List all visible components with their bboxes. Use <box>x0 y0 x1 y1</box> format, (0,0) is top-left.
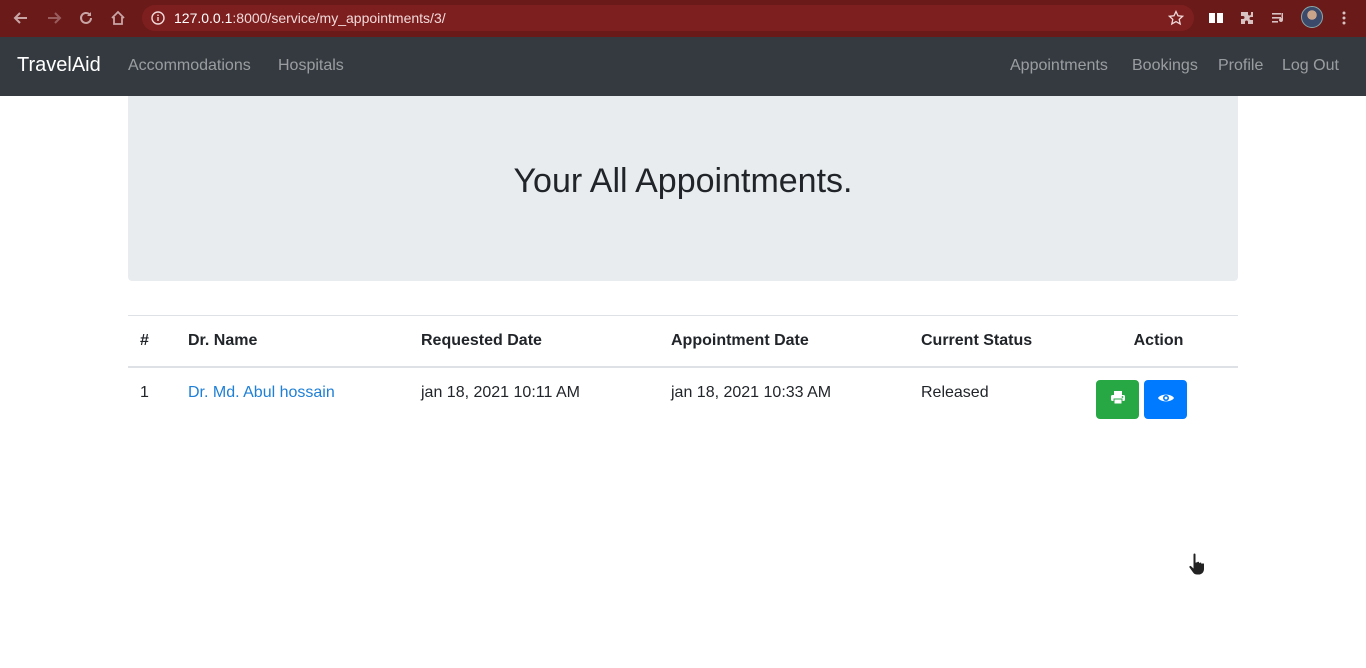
nav-logout[interactable]: Log Out <box>1282 57 1339 75</box>
eye-icon <box>1157 392 1175 407</box>
site-navbar: TravelAid Accommodations Hospitals Appoi… <box>0 37 1366 96</box>
menu-dots-icon[interactable] <box>1334 8 1354 28</box>
page-title: Your All Appointments. <box>513 162 853 200</box>
url-path: :8000/service/my_appointments/3/ <box>232 10 446 26</box>
url-text: 127.0.0.1:8000/service/my_appointments/3… <box>174 10 446 26</box>
site-info-icon[interactable] <box>151 11 165 25</box>
action-buttons <box>1091 379 1226 419</box>
reload-icon[interactable] <box>75 7 97 29</box>
print-icon <box>1110 390 1126 408</box>
status-text: Released <box>921 383 989 401</box>
forward-icon[interactable] <box>43 7 65 29</box>
view-button[interactable] <box>1144 379 1187 419</box>
nav-accommodations[interactable]: Accommodations <box>128 57 251 75</box>
address-bar[interactable]: 127.0.0.1:8000/service/my_appointments/3… <box>142 5 1194 31</box>
appointment-date: jan 18, 2021 10:33 AM <box>671 383 832 401</box>
home-icon[interactable] <box>107 7 129 29</box>
url-host: 127.0.0.1 <box>174 10 233 26</box>
doctor-name-cell: Dr. Md. Abul hossain <box>176 367 409 419</box>
bookmark-star-icon[interactable] <box>1167 9 1185 26</box>
requested-date: jan 18, 2021 10:11 AM <box>421 383 580 401</box>
nav-profile[interactable]: Profile <box>1218 57 1263 75</box>
row-number: 1 <box>140 383 149 401</box>
reading-list-icon[interactable] <box>1206 8 1226 28</box>
back-icon[interactable] <box>10 7 32 29</box>
table-header-row: # Dr. Name Requested Date Appointment Da… <box>128 315 1238 368</box>
appointments-table: # Dr. Name Requested Date Appointment Da… <box>128 315 1238 419</box>
nav-hospitals[interactable]: Hospitals <box>278 57 344 75</box>
profile-avatar[interactable] <box>1301 6 1323 28</box>
header-action: Action <box>1079 315 1238 368</box>
header-requested-date: Requested Date <box>409 315 659 368</box>
hand-cursor-icon <box>1187 552 1207 576</box>
header-number: # <box>128 315 176 368</box>
jumbotron: Your All Appointments. <box>128 96 1238 281</box>
action-cell <box>1079 367 1238 419</box>
brand-logo[interactable]: TravelAid <box>17 54 101 77</box>
nav-bookings[interactable]: Bookings <box>1132 57 1198 75</box>
nav-appointments[interactable]: Appointments <box>1010 57 1108 75</box>
header-current-status: Current Status <box>909 315 1079 368</box>
print-button[interactable] <box>1096 379 1139 419</box>
browser-toolbar: 127.0.0.1:8000/service/my_appointments/3… <box>0 0 1366 37</box>
doctor-name-link[interactable]: Dr. Md. Abul hossain <box>188 384 335 401</box>
extensions-icon[interactable] <box>1237 8 1257 28</box>
header-doctor-name: Dr. Name <box>176 315 409 368</box>
media-controls-icon[interactable] <box>1269 8 1289 28</box>
table-row: 1 Dr. Md. Abul hossain jan 18, 2021 10:1… <box>128 367 1238 419</box>
header-appointment-date: Appointment Date <box>659 315 909 368</box>
